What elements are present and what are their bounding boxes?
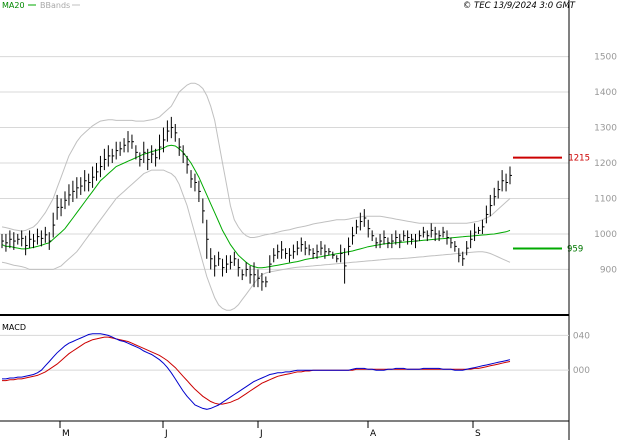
stock-chart: MA20 BBands © TEC 13/9/2024 3:0 GMT 1500… [0,0,627,440]
time-tick-label: M [62,429,70,439]
macd-title: MACD [2,323,26,332]
time-tick-label: J [164,429,168,439]
time-tick-label: J [259,429,263,439]
legend-bbands: BBands [40,1,70,10]
resistance-label: 1215 [568,154,590,164]
price-tick-label: 1000 [594,230,617,240]
price-tick-label: 900 [600,265,617,275]
legend-ma20: MA20 [2,1,25,10]
macd-tick-label: 000 [573,366,590,376]
time-tick-label: S [475,429,481,439]
price-tick-label: 1100 [594,194,617,204]
price-tick-label: 1500 [594,53,617,63]
price-tick-label: 1300 [594,124,617,134]
copyright-text: © TEC 13/9/2024 3:0 GMT [463,1,576,11]
chart-background [0,0,627,440]
macd-tick-label: 040 [573,331,590,341]
price-tick-label: 1200 [594,159,617,169]
time-tick-label: A [370,429,377,439]
price-tick-label: 1400 [594,88,617,98]
chart-window: MA20 BBands © TEC 13/9/2024 3:0 GMT 1500… [0,0,627,440]
